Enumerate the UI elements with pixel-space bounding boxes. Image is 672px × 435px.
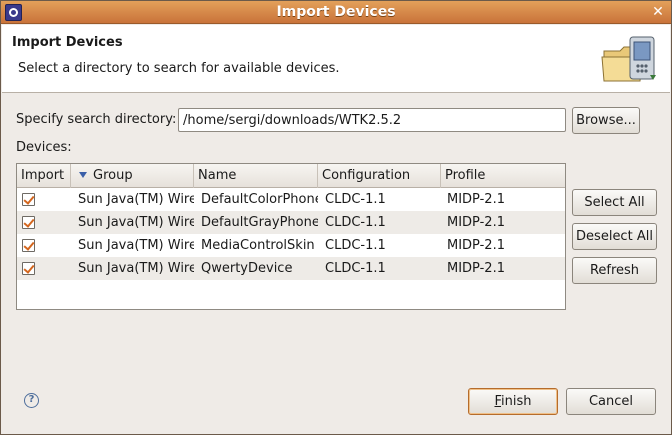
column-header-configuration[interactable]: Configuration	[318, 164, 441, 188]
profile-cell: MIDP-2.1	[447, 238, 505, 253]
name-cell: MediaControlSkin	[201, 238, 315, 253]
group-cell: Sun Java(TM) Wirel	[78, 261, 194, 276]
configuration-cell: CLDC-1.1	[325, 261, 386, 276]
table-row[interactable]: Sun Java(TM) Wirel MediaControlSkin CLDC…	[17, 234, 565, 257]
table-row[interactable]: Sun Java(TM) Wirel DefaultGrayPhone CLDC…	[17, 211, 565, 234]
cancel-button[interactable]: Cancel	[566, 388, 656, 415]
sort-descending-icon	[79, 172, 87, 178]
import-checkbox[interactable]	[22, 193, 35, 206]
configuration-cell: CLDC-1.1	[325, 215, 386, 230]
refresh-button[interactable]: Refresh	[572, 257, 657, 284]
profile-cell: MIDP-2.1	[447, 215, 505, 230]
title-bar[interactable]: Import Devices ✕	[1, 1, 671, 24]
table-row[interactable]: Sun Java(TM) Wirel QwertyDevice CLDC-1.1…	[17, 257, 565, 280]
column-header-name[interactable]: Name	[194, 164, 318, 188]
name-cell: DefaultColorPhone	[201, 192, 318, 207]
table-row[interactable]: Sun Java(TM) Wirel DefaultColorPhone CLD…	[17, 188, 565, 211]
browse-button[interactable]: Browse...	[572, 107, 640, 134]
devices-table: Import Group Name Configuration Profile …	[16, 163, 566, 310]
table-header: Import Group Name Configuration Profile	[17, 164, 565, 188]
deselect-all-button[interactable]: Deselect All	[572, 223, 657, 250]
dialog-banner: Import Devices Select a directory to sea…	[2, 25, 670, 93]
search-directory-input[interactable]	[178, 108, 566, 132]
name-cell: DefaultGrayPhone	[201, 215, 318, 230]
banner-description: Select a directory to search for availab…	[18, 61, 340, 76]
column-header-profile[interactable]: Profile	[441, 164, 565, 188]
profile-cell: MIDP-2.1	[447, 192, 505, 207]
column-header-group[interactable]: Group	[71, 164, 194, 188]
profile-cell: MIDP-2.1	[447, 261, 505, 276]
help-icon[interactable]: ?	[24, 393, 39, 408]
import-checkbox[interactable]	[22, 216, 35, 229]
search-directory-label: Specify search directory:	[16, 112, 177, 127]
column-header-import[interactable]: Import	[17, 164, 71, 188]
finish-button[interactable]: Finish	[468, 388, 558, 415]
configuration-cell: CLDC-1.1	[325, 192, 386, 207]
finish-label: inish	[501, 394, 532, 409]
configuration-cell: CLDC-1.1	[325, 238, 386, 253]
import-devices-dialog: Import Devices ✕ Import Devices Select a…	[0, 0, 672, 435]
select-all-button[interactable]: Select All	[572, 189, 657, 216]
name-cell: QwertyDevice	[201, 261, 293, 276]
import-checkbox[interactable]	[22, 262, 35, 275]
group-cell: Sun Java(TM) Wirel	[78, 215, 194, 230]
devices-label: Devices:	[16, 140, 72, 155]
group-cell: Sun Java(TM) Wirel	[78, 192, 194, 207]
import-checkbox[interactable]	[22, 239, 35, 252]
device-folder-icon	[601, 36, 656, 82]
banner-heading: Import Devices	[12, 35, 123, 50]
close-icon[interactable]: ✕	[650, 4, 666, 20]
window-title: Import Devices	[276, 4, 396, 20]
group-cell: Sun Java(TM) Wirel	[78, 238, 194, 253]
